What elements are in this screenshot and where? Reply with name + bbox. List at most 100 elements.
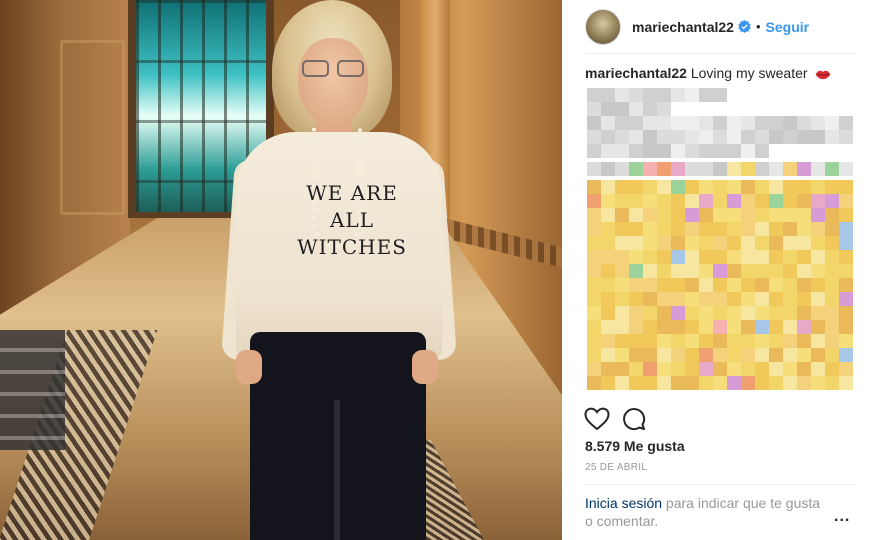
login-link[interactable]: Inicia sesión (585, 495, 662, 511)
pixel-block (811, 180, 825, 194)
pixel-block (797, 236, 811, 250)
pixel-block (699, 236, 713, 250)
pixel-block (657, 102, 671, 116)
pixel-block (685, 320, 699, 334)
pixel-block (615, 208, 629, 222)
caption-username[interactable]: mariechantal22 (585, 65, 687, 81)
divider (585, 484, 857, 485)
pixel-block (685, 88, 699, 102)
pixel-block (727, 334, 741, 348)
pixel-block (755, 376, 769, 390)
pixel-block (671, 208, 685, 222)
follow-button[interactable]: Seguir (766, 19, 810, 35)
pixel-block (685, 264, 699, 278)
pixel-block (825, 208, 839, 222)
heart-icon[interactable] (584, 407, 610, 431)
avatar[interactable] (585, 8, 621, 45)
pixel-block (615, 116, 629, 130)
pixel-block (657, 180, 671, 194)
pixel-block (685, 144, 699, 158)
pixel-block (657, 130, 671, 144)
pixel-block (727, 208, 741, 222)
pixel-block (769, 362, 783, 376)
pixel-block (825, 236, 839, 250)
pixel-block (769, 376, 783, 390)
pixel-block (699, 130, 713, 144)
pixel-block (783, 264, 797, 278)
pixel-block (587, 144, 601, 158)
pixel-block (643, 320, 657, 334)
pixel-block (685, 222, 699, 236)
pixel-block (615, 88, 629, 102)
pixel-block (727, 130, 741, 144)
pixel-block (699, 180, 713, 194)
pixel-block (741, 162, 755, 176)
pixel-block (657, 278, 671, 292)
pixel-block (699, 250, 713, 264)
pixel-block (587, 194, 601, 208)
pixel-block (671, 194, 685, 208)
pixel-block (713, 376, 727, 390)
pixel-block (685, 180, 699, 194)
pixel-block (699, 376, 713, 390)
pixel-block (587, 264, 601, 278)
comment-icon[interactable] (622, 407, 646, 431)
pixel-block (811, 306, 825, 320)
sweater-line: WITCHES (297, 235, 407, 259)
pixel-block (755, 194, 769, 208)
pixel-block (699, 88, 713, 102)
pixel-block (741, 116, 755, 130)
pixel-block (825, 306, 839, 320)
pixel-block (671, 376, 685, 390)
pixel-block (601, 144, 615, 158)
pixel-block (825, 116, 839, 130)
pixel-block (755, 116, 769, 130)
pixel-block (587, 208, 601, 222)
pixel-block (657, 194, 671, 208)
pixel-block (671, 162, 685, 176)
pixel-block (629, 102, 643, 116)
pixel-block (629, 180, 643, 194)
pixel-block (811, 292, 825, 306)
pixel-block (615, 162, 629, 176)
pixel-block (713, 116, 727, 130)
pixel-block (811, 236, 825, 250)
pixel-block (615, 334, 629, 348)
pixel-block (643, 88, 657, 102)
pixel-block (699, 208, 713, 222)
pixel-block (797, 162, 811, 176)
pixel-block (825, 376, 839, 390)
more-options-icon[interactable]: ... (834, 508, 850, 526)
pixel-block (727, 292, 741, 306)
username-link[interactable]: mariechantal22 (632, 19, 734, 35)
pixel-block (769, 180, 783, 194)
pixel-block (699, 334, 713, 348)
pixel-block (601, 236, 615, 250)
pixel-block (657, 306, 671, 320)
pixel-block (797, 320, 811, 334)
pixel-block (643, 292, 657, 306)
pixel-block (643, 102, 657, 116)
pixel-block (671, 362, 685, 376)
pixel-block (727, 222, 741, 236)
pixel-block (825, 348, 839, 362)
pixel-block (671, 180, 685, 194)
pixel-block (769, 208, 783, 222)
pixel-block (741, 306, 755, 320)
pixel-block (825, 162, 839, 176)
likes-count[interactable]: 8.579 Me gusta (585, 438, 685, 454)
post-sidebar: mariechantal22 • Seguir mariechantal22 L… (562, 0, 875, 540)
pixel-block (727, 278, 741, 292)
pixel-block (825, 250, 839, 264)
pixel-block (783, 208, 797, 222)
pixel-block (769, 250, 783, 264)
pixel-block (769, 278, 783, 292)
pixel-block (783, 250, 797, 264)
pixel-block (839, 348, 853, 362)
post-photo[interactable]: WE ARE ALL WITCHES (0, 0, 562, 540)
pixel-block (601, 362, 615, 376)
pixel-block (741, 250, 755, 264)
pixel-block (839, 130, 853, 144)
pixel-block (685, 334, 699, 348)
pixel-block (825, 264, 839, 278)
